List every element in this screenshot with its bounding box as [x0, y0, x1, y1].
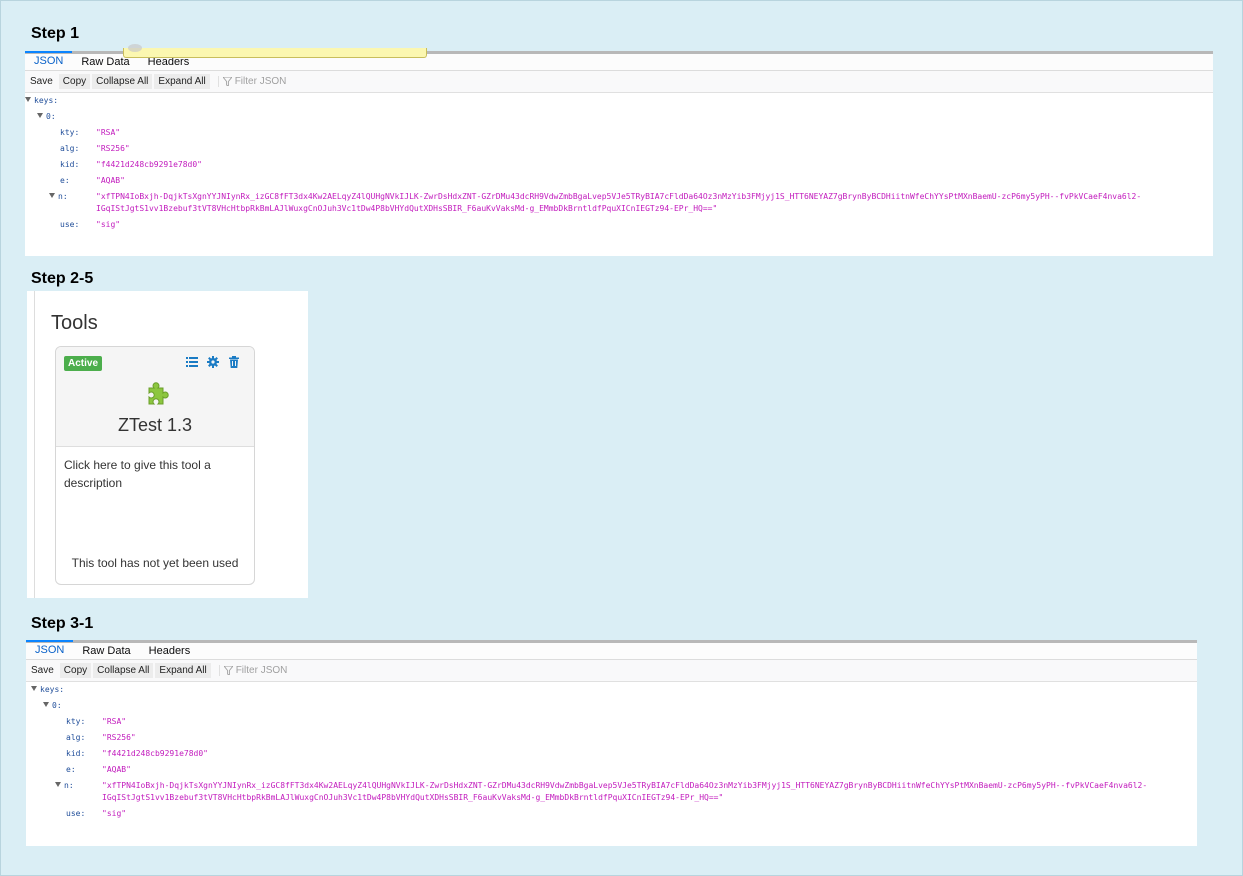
tooltip-popup — [123, 44, 427, 58]
tree-row-alg[interactable]: alg: "RS256" — [66, 733, 136, 743]
status-badge: Active — [64, 356, 103, 371]
expand-all-button[interactable]: Expand All — [154, 74, 210, 89]
collapse-all-button[interactable]: Collapse All — [92, 74, 153, 89]
tree-row-keys[interactable]: keys: — [31, 685, 64, 695]
viewer-tabbar: JSON Raw Data Headers — [25, 44, 1213, 71]
tool-usage-status: This tool has not yet been used — [71, 556, 239, 570]
save-button[interactable]: Save — [26, 74, 57, 89]
tool-card-actions — [186, 356, 240, 368]
expand-twisty-icon[interactable] — [31, 686, 37, 691]
tools-panel: Tools Active ZTest 1.3 Click here to giv… — [27, 291, 308, 598]
tree-row-kid[interactable]: kid: "f4421d248cb9291e78d0" — [66, 749, 208, 759]
json-viewer-step-1: JSON Raw Data Headers Save Copy Collapse… — [25, 44, 1213, 256]
tab-raw-data[interactable]: Raw Data — [73, 643, 139, 659]
step-1-title: Step 1 — [31, 25, 80, 42]
filter-json-input[interactable]: Filter JSON — [217, 76, 287, 87]
expand-twisty-icon[interactable] — [49, 193, 55, 198]
tab-headers[interactable]: Headers — [140, 643, 200, 659]
tree-row-kty[interactable]: kty: "RSA" — [60, 128, 120, 138]
viewer-toolbar: Save Copy Collapse All Expand All Filter… — [26, 660, 1197, 682]
tree-row-e[interactable]: e: "AQAB" — [66, 765, 131, 775]
tree-row-index-0[interactable]: 0: — [43, 701, 62, 711]
tree-row-use[interactable]: use: "sig" — [60, 220, 120, 230]
expand-twisty-icon[interactable] — [25, 97, 31, 102]
tree-value-n-line2: IGqIStJgtS1vv1Bzebuf3tVT8VHcHtbpRkBmLAJl… — [96, 204, 718, 213]
tree-row-keys[interactable]: keys: — [25, 96, 58, 106]
viewer-tabbar: JSON Raw Data Headers — [26, 640, 1197, 660]
json-viewer-step-3: JSON Raw Data Headers Save Copy Collapse… — [26, 640, 1197, 846]
tree-row-kty[interactable]: kty: "RSA" — [66, 717, 126, 727]
expand-twisty-icon[interactable] — [55, 782, 61, 787]
tab-json[interactable]: JSON — [25, 51, 73, 70]
list-icon[interactable] — [186, 356, 198, 368]
tree-value-n-line2: IGqIStJgtS1vv1Bzebuf3tVT8VHcHtbpRkBmLAJl… — [102, 793, 724, 802]
tree-row-kid[interactable]: kid: "f4421d248cb9291e78d0" — [60, 160, 202, 170]
expand-twisty-icon[interactable] — [37, 113, 43, 118]
tree-row-alg[interactable]: alg: "RS256" — [60, 144, 130, 154]
tools-heading: Tools — [51, 312, 98, 334]
tool-name: ZTest 1.3 — [117, 415, 193, 435]
tab-json[interactable]: JSON — [26, 640, 74, 659]
tree-row-n[interactable]: n: — [55, 781, 74, 791]
filter-placeholder: Filter JSON — [235, 665, 288, 676]
filter-json-input[interactable]: Filter JSON — [218, 665, 288, 676]
tree-row-e[interactable]: e: "AQAB" — [60, 176, 125, 186]
step-3-title: Step 3-1 — [31, 615, 94, 632]
step-2-title: Step 2-5 — [31, 270, 94, 287]
filter-placeholder: Filter JSON — [234, 76, 287, 87]
expand-twisty-icon[interactable] — [43, 702, 49, 707]
gear-icon[interactable] — [207, 356, 219, 368]
tree-row-use[interactable]: use: "sig" — [66, 809, 126, 819]
tool-card-header: Active ZTest 1.3 — [56, 347, 254, 447]
save-button[interactable]: Save — [27, 663, 58, 678]
collapse-all-button[interactable]: Collapse All — [93, 663, 154, 678]
expand-all-button[interactable]: Expand All — [155, 663, 211, 678]
tree-value-n-line1: "xfTPN4IoBxjh-DqjkTsXgnYYJNIynRx_izGC8fF… — [102, 781, 1148, 790]
viewer-toolbar: Save Copy Collapse All Expand All Filter… — [25, 71, 1213, 93]
tool-card[interactable]: Active ZTest 1.3 Click here to give this… — [55, 346, 255, 585]
trash-icon[interactable] — [228, 356, 240, 368]
tree-value-n-line1: "xfTPN4IoBxjh-DqjkTsXgnYYJNIynRx_izGC8fF… — [96, 192, 1142, 201]
copy-button[interactable]: Copy — [58, 74, 91, 89]
tool-description[interactable]: Click here to give this tool a descripti… — [64, 456, 244, 492]
copy-button[interactable]: Copy — [59, 663, 92, 678]
tree-row-n[interactable]: n: — [49, 192, 68, 202]
filter-icon — [222, 77, 232, 86]
puzzle-icon — [148, 382, 169, 405]
tree-row-index-0[interactable]: 0: — [37, 112, 56, 122]
filter-icon — [223, 666, 233, 675]
